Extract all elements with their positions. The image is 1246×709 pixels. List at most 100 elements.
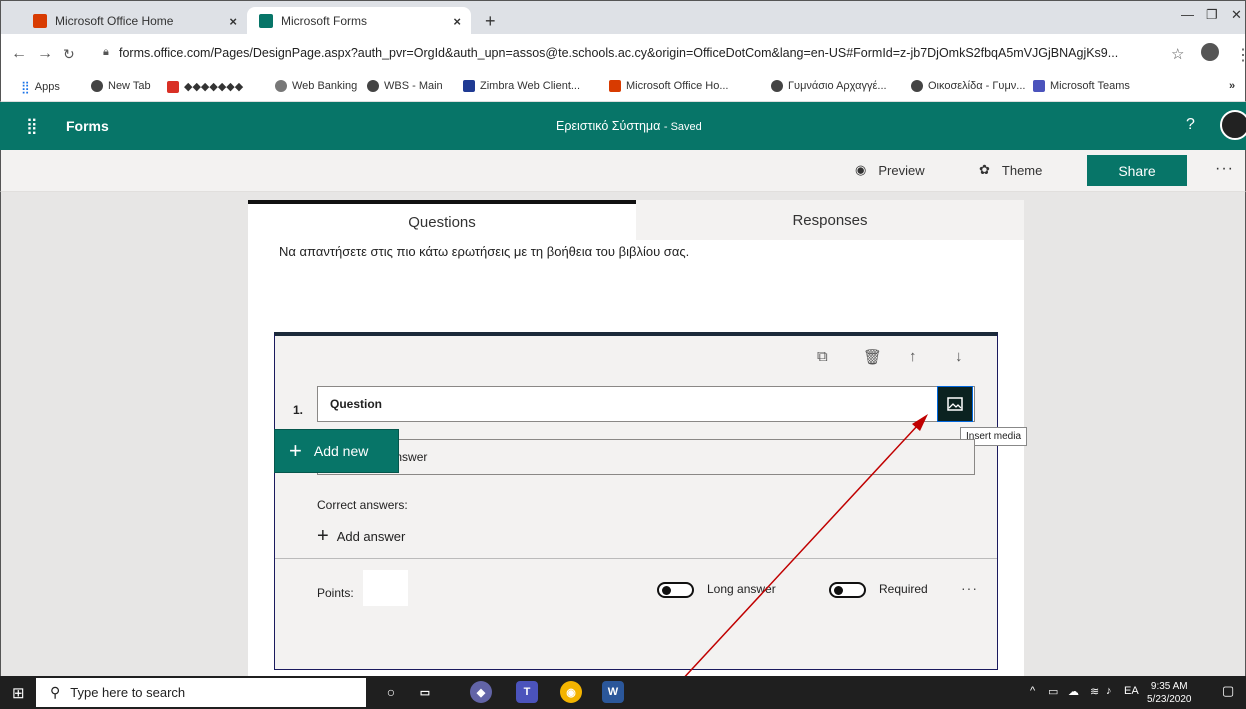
app-brand[interactable]: Forms [66,118,109,134]
word-icon[interactable]: W [602,681,624,703]
palette-icon: ✿ [979,162,990,177]
bookmark-teams[interactable]: Microsoft Teams [1033,80,1130,92]
tab-title: Microsoft Office Home [55,14,174,28]
close-tab-icon[interactable]: × [453,14,461,29]
wifi-icon[interactable]: ≋ [1090,685,1099,698]
forms-header: ⣿ Forms Ερειστικό Σύστημα - Saved ? [0,102,1246,150]
cortana-icon[interactable]: ○ [380,681,402,703]
move-up-icon[interactable]: ↑ [909,348,917,365]
office-icon [33,14,47,28]
question-input[interactable]: Question [317,386,975,422]
url-input[interactable]: forms.office.com/Pages/DesignPage.aspx?a… [119,46,1118,60]
more-options-icon[interactable]: ··· [1215,160,1234,178]
clock[interactable]: 9:35 AM 5/23/2020 [1147,680,1192,706]
add-answer-button[interactable]: + Add answer [317,526,405,546]
cloud-icon[interactable]: ☁ [1068,685,1079,698]
app-launcher-icon[interactable]: ⣿ [26,116,38,136]
bookmark-office-home[interactable]: Microsoft Office Ho... [609,80,729,92]
plus-icon: + [317,525,329,547]
copy-icon[interactable]: ⧉ [817,348,828,365]
move-down-icon[interactable]: ↓ [955,348,963,365]
teams-icon[interactable]: T [516,681,538,703]
battery-icon[interactable]: ▭ [1048,685,1058,698]
clock-time: 9:35 AM [1150,681,1188,692]
globe-icon [367,80,379,92]
bookmark-homepage[interactable]: Οικοσελίδα - Γυμν... [911,80,1025,92]
question-more-icon[interactable]: ··· [961,580,978,596]
points-label: Points: [317,586,354,600]
volume-icon[interactable]: ♪ [1106,685,1112,697]
bookmark-apps[interactable]: ⣿ Apps [21,80,60,94]
close-window-icon[interactable]: ✕ [1231,7,1242,23]
globe-icon [91,80,103,92]
maximize-icon[interactable]: ❐ [1206,7,1218,23]
bookmark-garbled[interactable]: ◆◆◆◆◆◆◆ [167,80,243,93]
share-button[interactable]: Share [1087,155,1187,186]
notifications-icon[interactable]: ▢ [1222,683,1234,699]
language-indicator[interactable]: EA [1124,685,1139,697]
address-bar: ← → ↻ 🔒︎ forms.office.com/Pages/DesignPa… [0,34,1246,74]
required-toggle[interactable] [829,582,866,598]
help-icon[interactable]: ? [1186,116,1195,134]
menu-icon[interactable]: ⋮ [1235,45,1246,65]
bookmark-icon [167,80,179,93]
globe-icon [911,80,923,92]
bookmark-zimbra[interactable]: Zimbra Web Client... [463,80,580,92]
apps-grid-icon: ⣿ [21,80,30,94]
globe-icon [771,80,783,92]
task-view-icon[interactable]: ▭ [414,681,436,703]
image-icon [947,397,963,411]
tab-office-home[interactable]: Microsoft Office Home × [21,7,247,35]
eye-icon: ◉ [855,162,867,177]
bookmark-star-icon[interactable]: ☆ [1171,45,1184,63]
editor-area: Questions Responses Να απαντήσετε στις π… [0,192,1246,680]
answer-input[interactable]: Enter your answer [317,439,975,475]
save-status: - Saved [663,121,702,133]
taskbar-search-input[interactable]: ⚲ Type here to search [36,678,366,707]
bookmark-new-tab[interactable]: New Tab [91,80,151,92]
delete-icon[interactable]: 🗑︎ [863,348,882,366]
zimbra-icon [463,80,475,92]
reload-icon[interactable]: ↻ [63,46,75,63]
tab-responses[interactable]: Responses [636,200,1024,240]
teams-icon [1033,80,1045,92]
form-subtitle[interactable]: Να απαντήσετε στις πιο κάτω ερωτήσεις με… [279,244,689,259]
long-answer-label: Long answer [707,582,776,596]
add-new-button[interactable]: + Add new [274,429,399,473]
form-toolbar: ◉ Preview ✿ Theme Share ··· [0,150,1246,192]
points-input[interactable] [363,570,408,606]
editor-tabs: Questions Responses [248,200,1024,240]
tab-questions[interactable]: Questions [248,200,636,240]
question-number: 1. [293,403,304,417]
new-tab-button[interactable]: + [485,11,496,32]
search-icon: ⚲ [50,684,61,700]
minimize-icon[interactable]: — [1181,7,1194,22]
tab-microsoft-forms[interactable]: Microsoft Forms × [247,7,471,35]
avatar[interactable] [1220,110,1246,140]
long-answer-toggle[interactable] [657,582,694,598]
back-icon[interactable]: ← [11,45,27,63]
bookmark-web-banking[interactable]: Web Banking [275,80,357,92]
bookmark-wbs-main[interactable]: WBS - Main [367,80,443,92]
correct-answers-label: Correct answers: [317,498,408,512]
forms-icon [259,14,273,28]
form-title[interactable]: Ερειστικό Σύστημα - Saved [556,119,702,133]
preview-button[interactable]: ◉ Preview [855,162,925,178]
bookmark-gymnasio[interactable]: Γυμνάσιο Αρχαγγέ... [771,80,887,92]
profile-icon[interactable] [1201,43,1219,61]
app-icon[interactable]: ◆ [470,681,492,703]
insert-media-button[interactable] [937,386,973,422]
forward-icon[interactable]: → [37,45,53,63]
theme-button[interactable]: ✿ Theme [979,162,1042,178]
tray-chevron-icon[interactable]: ^ [1030,685,1035,697]
lock-icon: 🔒︎ [103,46,109,58]
plus-icon: + [289,438,302,463]
tab-title: Microsoft Forms [281,14,368,28]
clock-date: 5/23/2020 [1147,694,1192,705]
more-bookmarks-icon[interactable]: » [1229,80,1235,92]
question-card[interactable]: ⧉ 🗑︎ ↑ ↓ 1. Question Insert media Enter … [274,332,1028,670]
chrome-icon[interactable]: ◉ [560,681,582,703]
windows-start-icon[interactable]: ⊞ [12,684,25,702]
close-tab-icon[interactable]: × [229,14,237,29]
bookmarks-bar: ⣿ Apps New Tab ◆◆◆◆◆◆◆ Web Banking WBS - … [0,74,1246,102]
